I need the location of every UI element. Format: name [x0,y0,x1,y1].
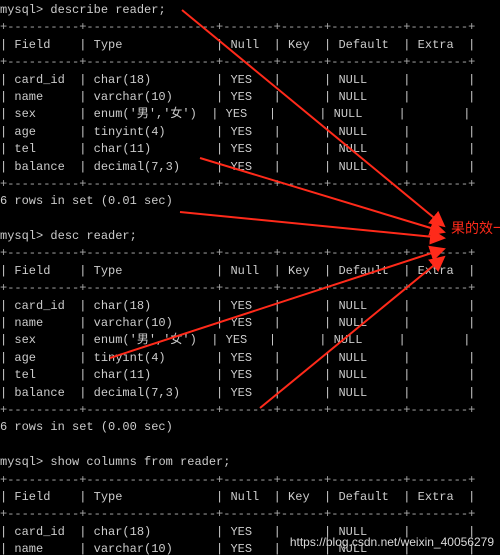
sql-command: show columns from reader; [50,455,230,469]
sql-command: desc reader; [50,229,136,243]
prompt-line[interactable]: mysql> show columns from reader; [0,454,500,471]
sql-command: describe reader; [50,3,165,17]
table-row: | name | varchar(10) | YES | | NULL | | [0,315,500,332]
table-header-row: | Field | Type | Null | Key | Default | … [0,263,500,280]
table-row: | sex | enum('男','女') | YES | | NULL | | [0,106,500,123]
annotation-line-3: 果 [451,220,465,238]
prompt-label: mysql> [0,229,43,243]
result-footer: 6 rows in set (0.01 sec) [0,194,173,208]
table-row: | balance | decimal(7,3) | YES | | NULL … [0,385,500,402]
table-separator: +----------+------------------+-------+-… [0,281,475,295]
table-header-row: | Field | Type | Null | Key | Default | … [0,489,500,506]
table-row: | tel | char(11) | YES | | NULL | | [0,367,500,384]
result-footer: 6 rows in set (0.00 sec) [0,420,173,434]
table-separator: +----------+------------------+-------+-… [0,20,475,34]
prompt-label: mysql> [0,3,43,17]
table-row: | sex | enum('男','女') | YES | | NULL | | [0,332,500,349]
table-separator: +----------+------------------+-------+-… [0,473,475,487]
prompt-line[interactable]: mysql> describe reader; [0,2,500,19]
table-row: | name | varchar(10) | YES | | NULL | | [0,89,500,106]
table-row: | card_id | char(18) | YES | | NULL | | [0,72,500,89]
table-separator: +----------+------------------+-------+-… [0,55,475,69]
table-row: | balance | decimal(7,3) | YES | | NULL … [0,159,500,176]
table-header-row: | Field | Type | Null | Key | Default | … [0,37,500,54]
table-row: | tel | char(11) | YES | | NULL | | [0,141,500,158]
terminal-output: mysql> describe reader;+----------+-----… [0,0,500,555]
table-row: | age | tinyint(4) | YES | | NULL | | [0,124,500,141]
table-separator: +----------+------------------+-------+-… [0,507,475,521]
table-separator: +----------+------------------+-------+-… [0,403,475,417]
table-row: | card_id | char(18) | YES | | NULL | | [0,298,500,315]
prompt-line[interactable]: mysql> desc reader; [0,228,500,245]
table-separator: +----------+------------------+-------+-… [0,177,475,191]
prompt-label: mysql> [0,455,43,469]
watermark: https://blog.csdn.net/weixin_40056279 [290,534,494,551]
annotation-line-2: 的效 [465,220,493,238]
table-row: | age | tinyint(4) | YES | | NULL | | [0,350,500,367]
annotation-line-1: 一样 [493,220,500,238]
table-separator: +----------+------------------+-------+-… [0,246,475,260]
annotation-label: 一样 的效 果 [451,220,500,255]
